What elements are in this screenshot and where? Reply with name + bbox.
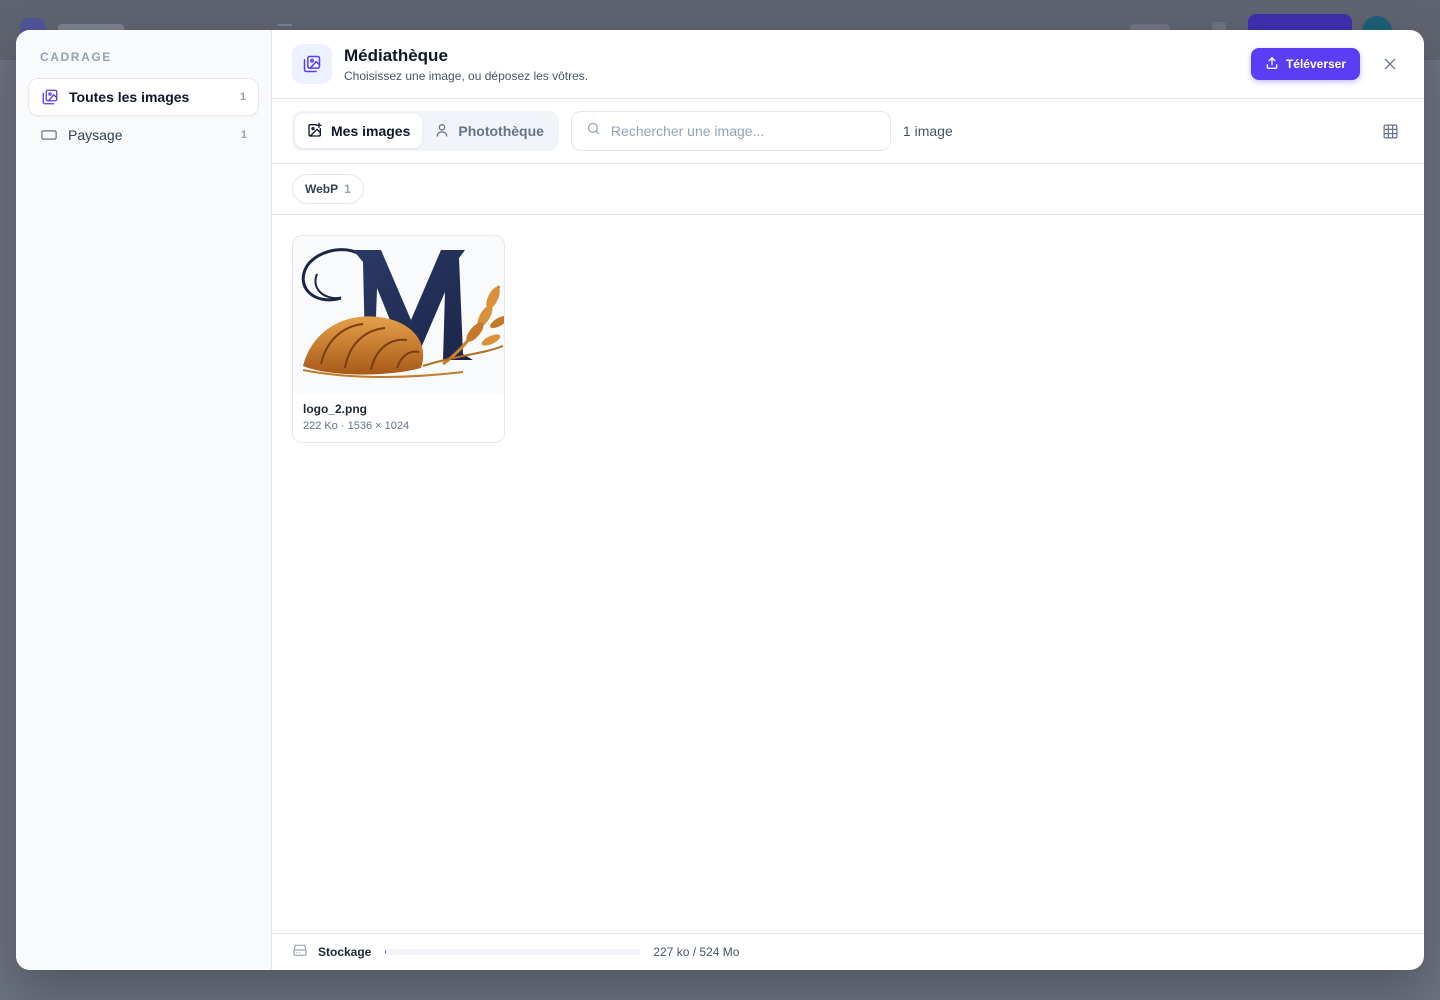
filter-chip-webp[interactable]: WebP 1: [292, 174, 364, 204]
upload-icon: [1265, 56, 1279, 73]
logo-m-croissant-illustration: [301, 248, 504, 378]
media-library-icon: [292, 44, 332, 84]
upload-button[interactable]: Téléverser: [1250, 48, 1360, 80]
format-filters: WebP 1: [272, 164, 1424, 215]
grid-view-button[interactable]: [1376, 117, 1404, 145]
sidebar-item-count: 1: [240, 129, 247, 141]
image-grid: logo_2.png 222 Ko · 1536 × 1024: [272, 215, 1424, 933]
close-icon: [1384, 58, 1396, 70]
toolbar: Mes images Photothèque Rechercher une im…: [272, 99, 1424, 164]
tab-label: Mes images: [331, 123, 411, 139]
media-library-modal: CADRAGE Toutes les images 1 Paysage 1 Mé…: [16, 30, 1424, 970]
storage-drive-icon: [292, 942, 308, 963]
sidebar-item-label: Toutes les images: [69, 89, 190, 105]
main-panel: Médiathèque Choisissez une image, ou dép…: [272, 30, 1424, 970]
close-button[interactable]: [1376, 50, 1404, 78]
landscape-rect-icon: [40, 126, 58, 144]
storage-progress-bar: [385, 949, 642, 955]
tab-label: Photothèque: [458, 123, 544, 139]
image-card-info: logo_2.png 222 Ko · 1536 × 1024: [293, 394, 504, 442]
upload-button-label: Téléverser: [1285, 57, 1346, 71]
grid-icon: [1383, 124, 1397, 138]
image-file-meta: 222 Ko · 1536 × 1024: [303, 420, 410, 432]
image-count: 1 image: [902, 123, 953, 139]
modal-title: Médiathèque: [344, 45, 448, 65]
tab-my-images[interactable]: Mes images: [295, 114, 423, 148]
storage-footer: Stockage 227 ko / 524 Mo: [272, 933, 1424, 970]
sidebar-item-label: Paysage: [68, 127, 123, 143]
sidebar-item-landscape[interactable]: Paysage 1: [28, 116, 259, 154]
storage-value: 227 ko / 524 Mo: [653, 945, 740, 959]
tab-photo-library[interactable]: Photothèque: [422, 114, 556, 148]
chip-label: WebP: [305, 182, 339, 196]
image-card[interactable]: logo_2.png 222 Ko · 1536 × 1024: [292, 235, 505, 443]
search-box[interactable]: [570, 111, 891, 151]
image-thumbnail: [293, 236, 504, 394]
source-tabs: Mes images Photothèque: [292, 111, 559, 151]
images-icon: [41, 88, 59, 106]
storage-label: Stockage: [318, 945, 372, 959]
chip-count: 1: [344, 182, 351, 196]
image-file-name: logo_2.png: [303, 402, 367, 416]
sidebar-title: CADRAGE: [40, 50, 112, 64]
search-icon: [586, 121, 601, 141]
user-icon: [434, 122, 450, 141]
header-text: Médiathèque Choisissez une image, ou dép…: [344, 46, 1251, 83]
sidebar: CADRAGE Toutes les images 1 Paysage 1: [16, 30, 272, 970]
modal-header: Médiathèque Choisissez une image, ou dép…: [272, 30, 1424, 99]
modal-subtitle: Choisissez une image, ou déposez les vôt…: [344, 68, 589, 83]
image-plus-icon: [307, 122, 323, 141]
sidebar-item-count: 1: [239, 91, 246, 103]
search-input[interactable]: [610, 123, 876, 139]
sidebar-item-all-images[interactable]: Toutes les images 1: [28, 78, 259, 116]
